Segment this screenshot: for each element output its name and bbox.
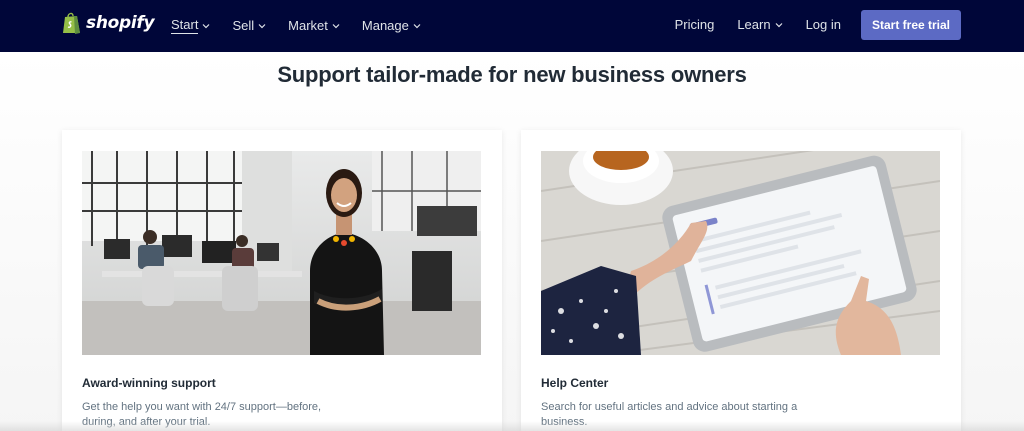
support-card[interactable]: Award-winning support Get the help you w…: [62, 130, 502, 431]
nav-pricing[interactable]: Pricing: [675, 17, 715, 33]
nav-market[interactable]: Market: [288, 17, 340, 34]
card-title: Award-winning support: [82, 376, 216, 390]
start-free-trial-button[interactable]: Start free trial: [861, 10, 961, 40]
shopify-logo[interactable]: shopify: [62, 11, 155, 35]
nav-login[interactable]: Log in: [806, 17, 841, 33]
chevron-down-icon: [203, 23, 210, 28]
secondary-nav: Pricing Learn Log in: [675, 17, 841, 33]
office-woman-smiling-photo: [82, 151, 481, 355]
nav-start-label: Start: [171, 17, 199, 34]
nav-login-label: Log in: [805, 17, 841, 32]
card-title: Help Center: [541, 376, 609, 390]
nav-pricing-label: Pricing: [674, 17, 715, 32]
help-center-card[interactable]: Help Center Search for useful articles a…: [521, 130, 961, 431]
nav-learn[interactable]: Learn: [737, 17, 783, 33]
chevron-down-icon: [332, 23, 340, 28]
chevron-down-icon: [775, 23, 783, 28]
shopping-bag-icon: [63, 12, 80, 34]
nav-manage[interactable]: Manage: [362, 17, 421, 34]
primary-nav: Start Sell Market Manage: [171, 17, 421, 34]
logo-wordmark: shopify: [86, 13, 155, 33]
nav-sell-label: Sell: [232, 17, 255, 33]
nav-market-label: Market: [288, 17, 328, 33]
page-headline: Support tailor-made for new business own…: [277, 62, 747, 87]
nav-learn-label: Learn: [737, 17, 771, 32]
top-nav: shopify Start Sell Market Manage Pricing…: [0, 0, 1024, 52]
bottom-edge-shadow: [0, 421, 1024, 431]
chevron-down-icon: [413, 23, 421, 28]
hand-holding-tablet-photo: [541, 151, 940, 355]
main-content: Support tailor-made for new business own…: [0, 52, 1024, 431]
nav-manage-label: Manage: [361, 17, 409, 33]
nav-sell[interactable]: Sell: [232, 17, 266, 34]
nav-start[interactable]: Start: [171, 17, 210, 34]
chevron-down-icon: [258, 23, 266, 28]
